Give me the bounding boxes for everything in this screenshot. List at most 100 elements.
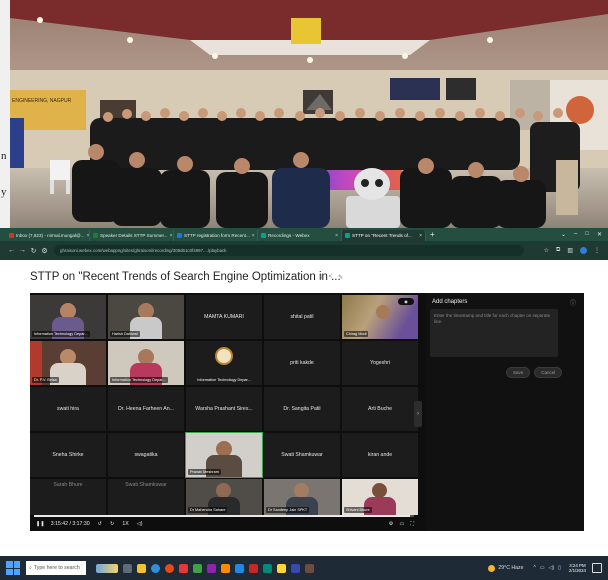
network-icon[interactable]: ▭ [540,565,545,571]
participant-tile[interactable]: Arti Buche [342,387,418,431]
app-icon[interactable] [249,563,258,573]
participant-tile[interactable]: MAMTA KUMARI [186,295,262,339]
forms-icon [177,233,182,238]
volume-icon[interactable]: ◁) [549,565,555,571]
task-view-icon[interactable] [123,563,132,573]
battery-icon[interactable]: ▯ [558,565,561,571]
close-icon[interactable]: × [333,233,338,239]
participant-tile[interactable]: priti kakde [264,341,340,385]
close-icon[interactable]: × [417,233,422,239]
app-icon[interactable] [221,563,230,573]
rewind-icon[interactable]: ↺ [98,521,102,527]
captions-icon[interactable]: ▭ [399,521,404,528]
close-icon[interactable]: × [85,233,90,239]
adjacent-image-strip: n y [0,0,10,228]
participant-tile[interactable]: Dr. Heena Farheen An... [108,387,184,431]
taskbar-clock[interactable]: 3:24 PM 2/1/2024 [569,563,586,574]
pause-icon[interactable]: ❚❚ [36,521,45,527]
participant-tile[interactable]: Sneha Shirke [30,433,106,477]
close-icon[interactable]: × [250,233,255,239]
participant-tile[interactable]: Dr Sandeep Jain SPKT [264,479,340,515]
url-text: ghraisoni.webex.com/webappng/sites/ghrai… [60,248,227,253]
participant-tile[interactable]: Swati Shamkuwar [264,433,340,477]
chrome-icon[interactable] [165,563,174,573]
participant-tile[interactable]: swagatika [108,433,184,477]
close-window-icon[interactable]: ✕ [597,231,602,238]
file-explorer-icon[interactable] [137,563,146,573]
tab-label: STTP registration form Recent... [184,233,250,238]
extensions-icon[interactable]: ⧉ [556,247,560,254]
settings-icon[interactable]: ⚙ [389,521,394,528]
participant-tile[interactable]: Information Technology Depar... [108,341,184,385]
save-button[interactable]: Save [506,367,531,378]
chevron-up-icon[interactable]: ^ [534,565,536,571]
browser-tab-bar: Inbox (7,623) - nirmal.mungal@... × Spea… [0,228,608,241]
participant-tile[interactable]: Dr Mahendra Sahare [186,479,262,515]
notification-icon[interactable] [592,563,602,573]
chevron-down-icon[interactable]: ⌄ [561,231,566,238]
chapters-textarea[interactable]: Enter the timestamp and title for each c… [430,309,558,357]
browser-tab[interactable]: Inbox (7,623) - nirmal.mungal@... × [6,230,90,241]
sidebar-icon[interactable]: ▥ [567,247,573,254]
chapters-heading: Add chapters [432,299,468,305]
volume-icon[interactable]: ◁) [137,521,143,527]
participant-tile[interactable]: Information Technology Depar... [30,295,106,339]
participant-tile[interactable]: Harish Dahiwal [108,295,184,339]
participant-tile[interactable]: Dr. P.V. Belsa [30,341,106,385]
fullscreen-icon[interactable]: ⛶ [410,521,414,528]
weather-widget[interactable]: 29°C Haze [488,564,524,572]
participant-tile-active-speaker[interactable]: Pranav Meshram [185,432,263,478]
app-icon[interactable] [207,563,216,573]
strip-char: y [1,186,7,198]
app-icon[interactable] [193,563,202,573]
share-icon[interactable]: < [329,274,333,281]
profile-avatar[interactable] [580,247,587,254]
close-icon[interactable]: × [168,233,173,239]
participant-tile[interactable]: Information Technology Depar... [186,341,262,385]
participant-tile[interactable]: Sarah Bhure [30,479,106,515]
cancel-button[interactable]: Cancel [534,367,563,378]
edge-icon[interactable] [151,563,160,573]
participant-tile[interactable]: ◉ Chirag Modi [342,295,418,339]
recording-player: Information Technology Depar... Harish D… [30,293,584,531]
app-icon[interactable] [179,563,188,573]
url-input[interactable]: ghraisoni.webex.com/webappng/sites/ghrai… [54,245,524,256]
participant-tile[interactable]: Dr. Sangita Patil [264,387,340,431]
forward-skip-icon[interactable]: ↻ [110,521,114,527]
participant-tile[interactable]: Yogeshri [342,341,418,385]
menu-icon[interactable]: ⋮ [594,247,600,254]
participant-tile[interactable]: Swati Shamkuwar [108,479,184,515]
next-page-arrow-icon[interactable]: › [414,401,422,427]
new-tab-icon[interactable]: + [426,230,439,239]
participant-tile[interactable]: shital patil [264,295,340,339]
app-icon[interactable] [277,563,286,573]
playback-speed[interactable]: 1X [122,521,128,527]
reload-icon[interactable]: ↻ [28,247,39,255]
taskbar-search-input[interactable]: ⌕ Type here to search [26,561,86,575]
site-info-icon[interactable]: ⚙ [39,247,50,255]
windows-start-icon[interactable] [6,561,20,575]
edit-icon[interactable]: ✎ [338,274,343,281]
app-icon[interactable] [305,563,314,573]
app-icon[interactable] [263,563,272,573]
app-icon[interactable] [291,563,300,573]
back-icon[interactable]: ← [6,247,17,254]
app-icon[interactable] [235,563,244,573]
browser-tab[interactable]: Recordings - Webex × [258,230,342,241]
browser-tab-active[interactable]: STTP on "Recent Trends of... × [342,230,426,241]
download-icon[interactable]: ⤓ [320,274,323,281]
browser-tab[interactable]: STTP registration form Recent... × [174,230,258,241]
participant-tile[interactable]: kiran ande [342,433,418,477]
star-icon[interactable]: ☆ [544,247,549,254]
browser-tab[interactable]: Speaker Details STTP Summer... × [90,230,174,241]
info-icon[interactable]: ⓘ [570,298,576,307]
minimize-icon[interactable]: – [574,231,577,238]
participant-tile[interactable]: swati hira [30,387,106,431]
forward-icon[interactable]: → [17,247,28,254]
maximize-icon[interactable]: □ [585,231,589,238]
widgets-icon[interactable] [96,563,118,573]
participant-name: Pranav Meshram [188,469,221,475]
participant-tile[interactable]: Shivani Bhure [342,479,418,515]
participant-tile[interactable]: Warsha Prashant Sires... [186,387,262,431]
group-photo: ENGINEERING, NAGPUR [10,0,608,228]
